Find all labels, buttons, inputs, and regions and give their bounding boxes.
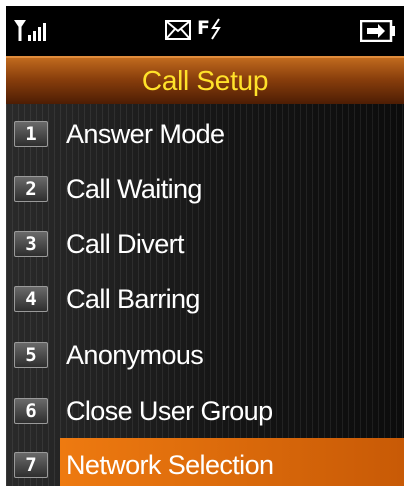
menu-item-network-selection[interactable]: 7 Network Selection — [6, 438, 404, 486]
menu-number-badge: 5 — [14, 342, 48, 368]
menu-item-call-barring[interactable]: 4 Call Barring — [6, 272, 404, 328]
call-setup-menu: 1 Answer Mode 2 Call Waiting 3 Call Dive… — [6, 104, 404, 486]
menu-number-badge: 6 — [14, 398, 48, 424]
menu-item-answer-mode[interactable]: 1 Answer Mode — [6, 107, 404, 163]
menu-item-label: Close User Group — [66, 396, 273, 426]
menu-number-badge: 3 — [14, 231, 48, 257]
menu-number-badge: 4 — [14, 286, 48, 312]
menu-number-badge: 7 — [14, 452, 48, 478]
menu-item-label: Call Barring — [66, 284, 200, 314]
status-bar: F — [6, 6, 404, 56]
menu-item-anonymous[interactable]: 5 Anonymous — [6, 328, 404, 384]
forward-flag-icon: F — [197, 17, 223, 43]
menu-number-badge: 1 — [14, 121, 48, 147]
signal-strength-icon — [14, 20, 46, 41]
menu-item-label: Network Selection — [66, 450, 274, 480]
menu-item-label: Call Divert — [66, 229, 185, 259]
menu-item-call-waiting[interactable]: 2 Call Waiting — [6, 162, 404, 218]
title-bar: Call Setup — [6, 56, 404, 104]
menu-item-call-divert[interactable]: 3 Call Divert — [6, 217, 404, 273]
menu-number-badge: 2 — [14, 176, 48, 202]
page-title: Call Setup — [141, 65, 269, 96]
menu-item-label: Call Waiting — [66, 174, 202, 204]
battery-icon — [360, 20, 395, 42]
phone-screen: F Call Setup 1 Answer Mode 2 Call Waitin… — [6, 6, 404, 486]
menu-item-label: Answer Mode — [66, 119, 225, 149]
message-envelope-icon — [165, 20, 191, 40]
menu-item-label: Anonymous — [66, 340, 204, 370]
menu-item-close-user-group[interactable]: 6 Close User Group — [6, 384, 404, 440]
